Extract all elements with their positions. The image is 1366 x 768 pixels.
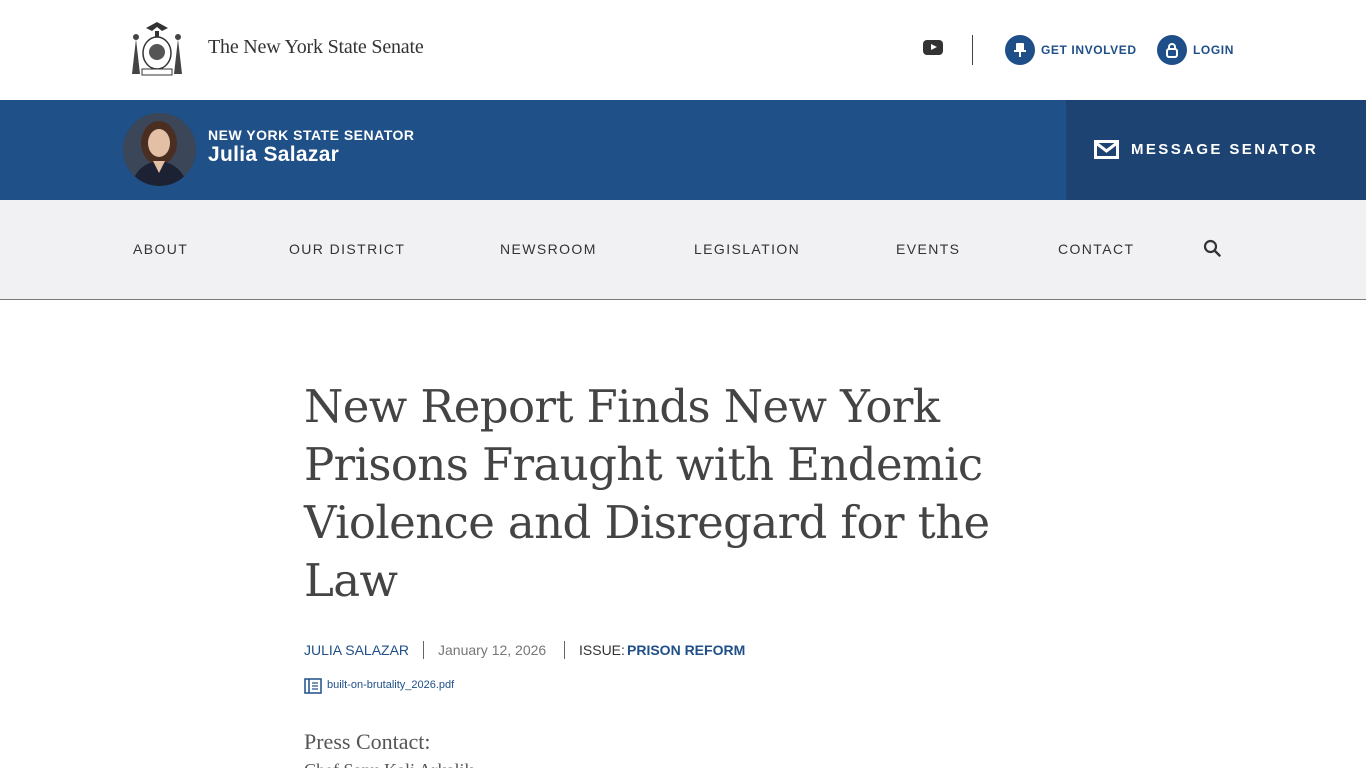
user-lock-icon[interactable]: [1157, 35, 1187, 65]
press-contact-name: Chef Sanu Kali Arkalik: [304, 760, 473, 768]
article-author-link[interactable]: JULIA SALAZAR: [304, 642, 409, 658]
attachment-link[interactable]: built-on-brutality_2026.pdf: [327, 679, 454, 691]
document-icon: [304, 678, 322, 694]
envelope-icon: [1094, 140, 1119, 159]
meta-divider: [564, 641, 565, 659]
main-nav: [0, 200, 1366, 300]
nav-item-legislation[interactable]: LEGISLATION: [694, 241, 800, 257]
header-divider: [972, 35, 973, 65]
youtube-icon[interactable]: [923, 40, 943, 55]
meta-divider: [423, 641, 424, 659]
nav-item-our-district[interactable]: OUR DISTRICT: [289, 241, 405, 257]
senator-kicker: NEW YORK STATE SENATOR: [208, 127, 415, 143]
nav-item-newsroom[interactable]: NEWSROOM: [500, 241, 597, 257]
search-icon[interactable]: [1203, 239, 1221, 257]
nav-item-contact[interactable]: CONTACT: [1058, 241, 1134, 257]
article-date: January 12, 2026: [438, 642, 547, 658]
login-link[interactable]: LOGIN: [1193, 43, 1234, 57]
article-title: New Report Finds New York Prisons Fraugh…: [304, 380, 990, 607]
message-senator-label[interactable]: MESSAGE SENATOR: [1131, 141, 1318, 158]
nav-item-about[interactable]: ABOUT: [133, 241, 188, 257]
senator-name[interactable]: Julia Salazar: [208, 143, 339, 167]
site-title[interactable]: The New York State Senate: [208, 36, 424, 59]
issue-link[interactable]: PRISON REFORM: [627, 642, 745, 658]
ny-state-seal-logo[interactable]: [126, 19, 188, 79]
site-header: The New York State Senate GET INVOLVED L…: [0, 0, 1366, 100]
get-involved-link[interactable]: GET INVOLVED: [1041, 43, 1137, 57]
pushpin-icon[interactable]: [1005, 35, 1035, 65]
issue-label: ISSUE:: [579, 642, 625, 658]
senator-avatar[interactable]: [123, 113, 196, 186]
press-contact-heading: Press Contact:: [304, 729, 431, 754]
nav-item-events[interactable]: EVENTS: [896, 241, 960, 257]
